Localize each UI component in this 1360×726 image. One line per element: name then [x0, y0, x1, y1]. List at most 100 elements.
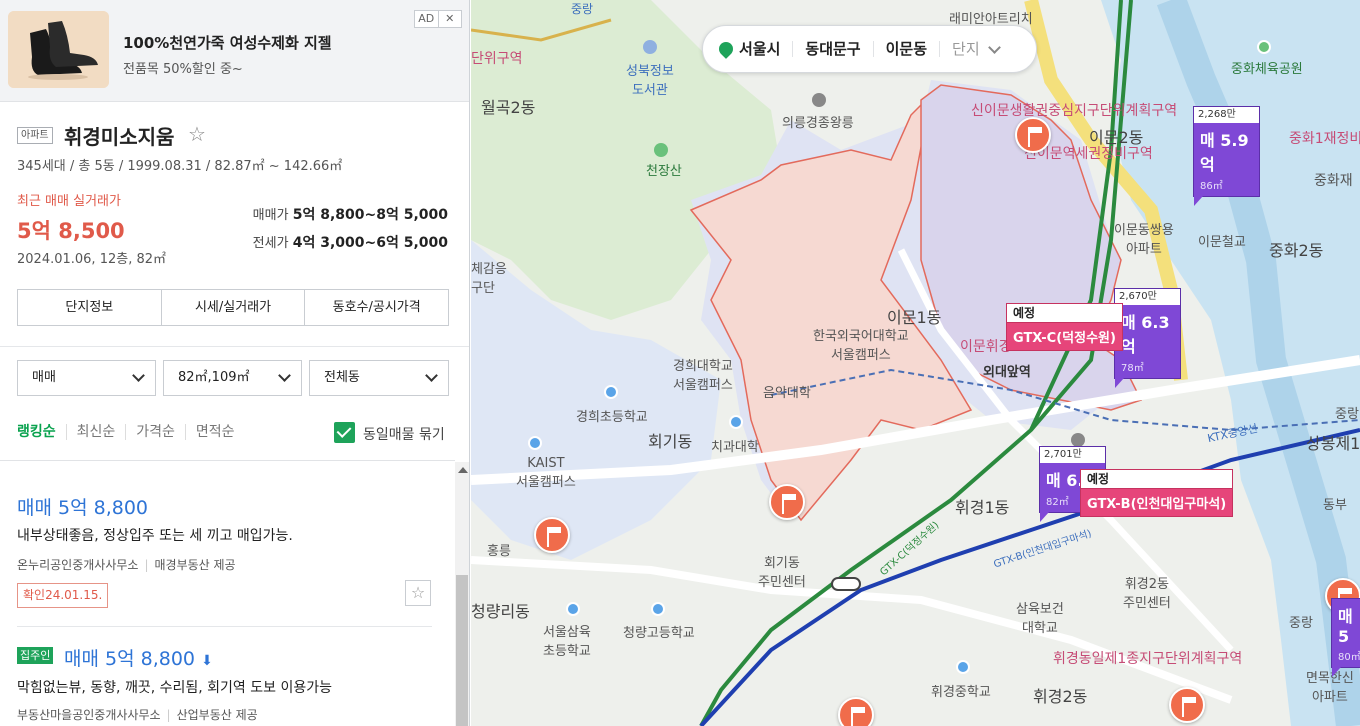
map-label-district: 월곡2동 — [481, 98, 536, 117]
ad-thumbnail[interactable] — [8, 11, 109, 88]
redevelopment-flag-icon[interactable] — [769, 484, 805, 520]
list-scrollbar[interactable] — [455, 462, 469, 726]
ad-subtitle[interactable]: 전품목 50%할인 중~ — [123, 58, 243, 77]
redevelopment-flag-icon[interactable] — [838, 697, 874, 726]
marker-unit-price: 2,268만 — [1194, 107, 1259, 123]
agent-name: 온누리공인중개사사무소 — [17, 558, 139, 572]
heritage-icon[interactable] — [812, 93, 826, 107]
listing-star-icon[interactable]: ☆ — [405, 580, 431, 606]
price-marker[interactable]: 2,670만 매 6.3억 78㎡ — [1114, 288, 1181, 388]
ad-title[interactable]: 100%천연가죽 여성수제화 지젤 — [123, 32, 332, 53]
breadcrumb-city[interactable]: 서울시 — [739, 41, 792, 57]
breadcrumb-dong[interactable]: 이문동 — [872, 41, 939, 57]
map-label-poi: 서울삼육 초등학교 — [543, 625, 591, 659]
school-icon[interactable] — [604, 385, 618, 399]
listing-price-text: 매매 5억 8,800 — [64, 648, 196, 670]
ad-label: AD — [418, 12, 435, 25]
info-tabs: 단지정보 시세/실거래가 동호수/공시가격 — [17, 289, 449, 326]
chevron-down-icon — [132, 369, 145, 382]
listing-price[interactable]: 매매 5억 8,800 ⬇ — [64, 644, 213, 671]
breadcrumb-district[interactable]: 동대문구 — [792, 41, 872, 57]
redevelopment-flag-icon[interactable] — [1169, 687, 1205, 723]
map-label-poi: 면목한신 아파트 — [1306, 671, 1354, 705]
tab-market-price[interactable]: 시세/실거래가 — [162, 290, 306, 325]
listing-source: 온누리공인중개사사무소 | 매경부동산 제공 — [17, 558, 236, 572]
marker-price: 매 5.9억 — [1200, 131, 1249, 174]
map-label-poi: 경희대학교 서울캠퍼스 — [673, 359, 733, 393]
mountain-icon[interactable] — [654, 143, 668, 157]
listing-description[interactable]: 막힘없는뷰, 동향, 깨끗, 수리됨, 회기역 도보 이용가능 — [17, 677, 332, 697]
shoe-image — [8, 11, 109, 88]
jeonse-price-row: 전세가 4억 3,000~6억 5,000 — [253, 232, 448, 252]
group-listings-label[interactable]: 동일매물 묶기 — [363, 424, 445, 444]
complex-summary: 345세대 / 총 5동 / 1999.08.31 / 82.87㎡ ~ 142… — [17, 159, 343, 174]
redevelopment-flag-icon[interactable] — [1015, 117, 1051, 153]
region-breadcrumb[interactable]: 서울시 동대문구 이문동 단지 — [702, 25, 1037, 73]
area-select[interactable]: 82㎡,109㎡ — [163, 360, 302, 396]
school-icon[interactable] — [729, 415, 743, 429]
planned-label: 예정 — [1081, 470, 1233, 489]
complex-type-badge: 아파트 — [17, 127, 53, 144]
sort-latest[interactable]: 최신순 — [65, 424, 126, 440]
map-label-poi: 성북정보 도서관 — [626, 64, 674, 98]
map-label-poi: 천장산 — [646, 164, 682, 179]
school-icon[interactable] — [528, 436, 542, 450]
marker-unit-price: 2,670만 — [1115, 289, 1180, 305]
recent-trade-label: 최근 매매 실거래가 — [17, 194, 121, 209]
ad-banner[interactable]: 100%천연가죽 여성수제화 지젤 전품목 50%할인 중~ AD ✕ — [0, 0, 469, 102]
map-label-district: 휘경1동 — [955, 498, 1010, 517]
tab-unit-price[interactable]: 동호수/공시가격 — [305, 290, 448, 325]
listing-price[interactable]: 매매 5억 8,800 — [17, 493, 148, 520]
planned-station-marker[interactable]: 예정 GTX-C(덕정수원) — [1006, 303, 1123, 351]
marker-area: 80㎡ — [1338, 652, 1360, 663]
breadcrumb-complex[interactable]: 단지 — [939, 41, 992, 57]
complex-name: 휘경미소지움 — [64, 125, 175, 149]
sort-area[interactable]: 면적순 — [184, 424, 245, 440]
listing-description[interactable]: 내부상태좋음, 정상입주 또는 세 끼고 매입가능. — [17, 525, 293, 545]
map-label: 중랑 — [571, 2, 594, 16]
marker-unit-price: 2,701만 — [1040, 447, 1105, 463]
map-label-station: 중랑 — [1335, 407, 1359, 422]
school-icon[interactable] — [956, 660, 970, 674]
sort-price[interactable]: 가격순 — [125, 424, 185, 440]
favorite-star-icon[interactable]: ☆ — [188, 122, 206, 146]
jeonse-range: 4억 3,000~6억 5,000 — [292, 235, 448, 251]
listing-panel: 100%천연가죽 여성수제화 지젤 전품목 50%할인 중~ AD ✕ 아파트 … — [0, 0, 470, 726]
price-marker[interactable]: 2,268만 매 5.9억 86㎡ — [1193, 106, 1260, 206]
park-icon[interactable] — [1257, 40, 1271, 54]
map-label-poi: 삼육보건 대학교 — [1016, 602, 1064, 636]
hoegi-station-icon[interactable] — [831, 577, 861, 591]
dong-select[interactable]: 전체동 — [309, 360, 449, 396]
price-marker[interactable]: 매 5 80㎡ — [1331, 598, 1360, 677]
sale-label: 매매가 — [252, 208, 289, 223]
recent-trade-price: 5억 8,500 — [17, 219, 125, 243]
planned-station-marker[interactable]: 예정 GTX-B(인천대입구마석) — [1080, 469, 1234, 517]
map-label-zone: 단위구역 — [471, 51, 523, 67]
tab-complex-info[interactable]: 단지정보 — [18, 290, 162, 325]
marker-price: 매 6.3억 — [1121, 313, 1170, 356]
planned-line: GTX-B(인천대입구마석) — [1081, 489, 1233, 516]
group-listings-checkbox[interactable] — [334, 422, 355, 443]
ad-tag: AD ✕ — [414, 10, 462, 28]
sort-ranking[interactable]: 랭킹순 — [17, 424, 66, 440]
scroll-up-icon[interactable] — [458, 467, 468, 473]
building-icon[interactable] — [1071, 433, 1085, 447]
trade-type-value: 매매 — [32, 370, 56, 385]
ad-close-icon[interactable]: ✕ — [437, 11, 462, 27]
redevelopment-flag-icon[interactable] — [534, 517, 570, 553]
marker-area: 86㎡ — [1200, 181, 1223, 192]
scrollbar-thumb[interactable] — [456, 575, 468, 726]
school-icon[interactable] — [566, 602, 580, 616]
map-label-poi: 이문철교 — [1198, 235, 1246, 250]
library-icon[interactable] — [643, 40, 657, 54]
map-label-poi: 중랑 — [1289, 616, 1313, 631]
trade-type-select[interactable]: 매매 — [17, 360, 156, 396]
map-label-poi: 이문동쌍용 아파트 — [1114, 223, 1174, 257]
jeonse-label: 전세가 — [252, 236, 289, 251]
map-view[interactable]: 중랑 월곡2동 성북정보 도서관 천장산 의릉경종왕릉 신이문생활권중심지구단위… — [471, 0, 1360, 726]
map-label-poi: 회기동 주민센터 — [758, 556, 806, 590]
school-icon[interactable] — [651, 602, 665, 616]
owner-badge: 집주인 — [17, 647, 54, 664]
map-label-poi: 중화체육공원 — [1231, 62, 1303, 77]
map-label-district: 청량리동 — [471, 602, 530, 621]
